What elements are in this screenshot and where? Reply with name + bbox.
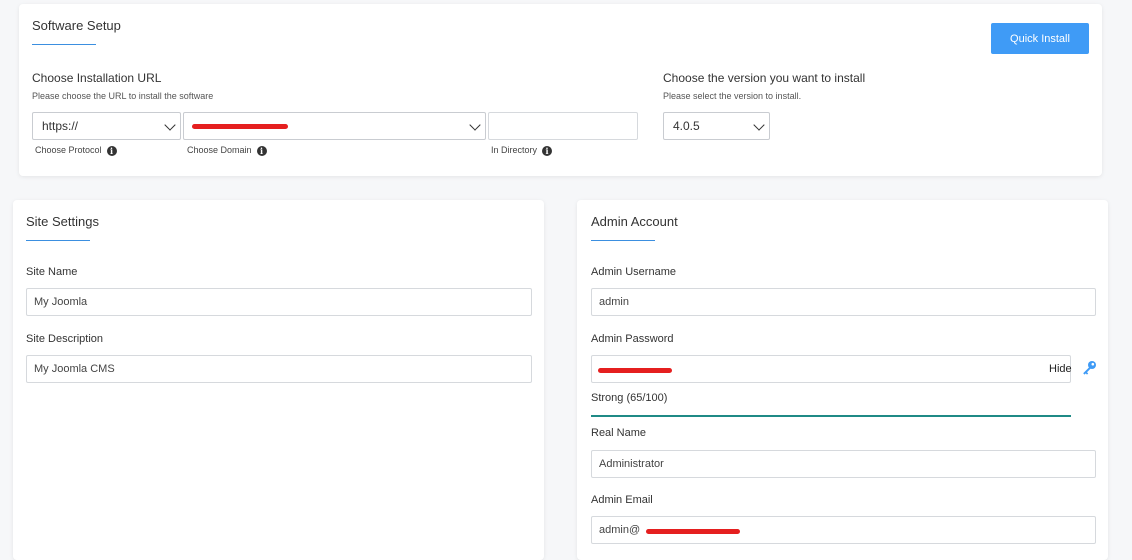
site-description-input[interactable]: My Joomla CMS (26, 355, 532, 383)
chevron-down-icon (469, 119, 481, 131)
site-settings-card: Site Settings Site Name My Joomla Site D… (13, 200, 544, 560)
info-icon[interactable]: i (542, 146, 553, 156)
software-setup-card: Software Setup Quick Install Choose Inst… (19, 4, 1102, 176)
info-icon[interactable]: i (256, 146, 267, 156)
domain-select[interactable] (183, 112, 486, 140)
admin-password-input[interactable] (591, 355, 1071, 383)
version-value: 4.0.5 (673, 119, 700, 133)
admin-email-label: Admin Email (591, 494, 653, 506)
installation-url-label: Choose Installation URL (32, 71, 162, 85)
domain-caption: Choose Domain i (187, 144, 267, 156)
software-setup-title: Software Setup (32, 18, 121, 33)
redacted-domain (192, 124, 288, 129)
protocol-select[interactable]: https:// (32, 112, 181, 140)
title-underline (26, 240, 90, 241)
title-underline (591, 240, 655, 241)
real-name-label: Real Name (591, 427, 647, 439)
directory-input[interactable] (488, 112, 638, 140)
real-name-value: Administrator (599, 458, 664, 470)
quick-install-button[interactable]: Quick Install (991, 23, 1089, 54)
domain-caption-text: Choose Domain (187, 145, 252, 155)
key-icon[interactable] (1081, 360, 1097, 376)
directory-caption-text: In Directory (491, 145, 538, 155)
admin-username-input[interactable]: admin (591, 288, 1096, 316)
protocol-caption: Choose Protocol i (35, 144, 117, 156)
admin-account-card: Admin Account Admin Username admin Admin… (577, 200, 1108, 560)
site-name-value: My Joomla (34, 296, 88, 308)
version-select[interactable]: 4.0.5 (663, 112, 770, 140)
redacted-email-domain (646, 529, 740, 534)
site-description-label: Site Description (26, 333, 104, 345)
directory-caption: In Directory i (491, 144, 553, 156)
info-icon[interactable]: i (106, 146, 117, 156)
password-strength-bar (591, 415, 1071, 417)
password-strength-fill (591, 415, 1071, 417)
site-name-label: Site Name (26, 266, 78, 278)
password-strength-text: Strong (65/100) (591, 392, 668, 404)
chevron-down-icon (753, 119, 765, 131)
protocol-value: https:// (42, 119, 79, 133)
version-hint: Please select the version to install. (663, 91, 802, 101)
admin-password-label: Admin Password (591, 333, 674, 345)
admin-account-title: Admin Account (591, 214, 678, 229)
admin-email-input[interactable]: admin@ (591, 516, 1096, 544)
installation-url-hint: Please choose the URL to install the sof… (32, 91, 214, 101)
site-description-value: My Joomla CMS (34, 363, 115, 375)
admin-email-value: admin@ (599, 524, 641, 536)
real-name-input[interactable]: Administrator (591, 450, 1096, 478)
admin-username-label: Admin Username (591, 266, 676, 278)
hide-password-toggle[interactable]: Hide (1049, 363, 1072, 375)
protocol-caption-text: Choose Protocol (35, 145, 102, 155)
chevron-down-icon (164, 119, 176, 131)
site-name-input[interactable]: My Joomla (26, 288, 532, 316)
site-settings-title: Site Settings (26, 214, 99, 229)
admin-username-value: admin (599, 296, 629, 308)
version-label: Choose the version you want to install (663, 71, 866, 85)
title-underline (32, 44, 96, 45)
redacted-password (598, 368, 672, 373)
